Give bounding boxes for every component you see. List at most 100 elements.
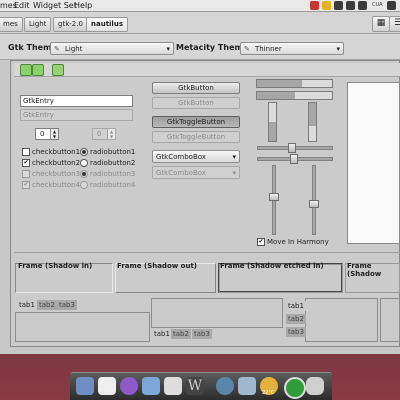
time-machine-icon[interactable] — [216, 377, 234, 395]
progress-fill — [309, 103, 316, 126]
vprogress-bar-2 — [308, 102, 317, 142]
radiobutton2[interactable]: radiobutton2 — [80, 159, 135, 168]
checkbox-checked-icon: ✔ — [22, 159, 30, 167]
spin-arrows-icon: ▲ ▼ — [107, 129, 115, 139]
gtk-toggle-button-disabled: GtkToggleButton — [152, 131, 240, 143]
gtk-button[interactable]: GtkButton — [152, 82, 240, 94]
list-view-icon[interactable]: ☰ — [389, 16, 400, 32]
gtk-combo-box-disabled: GtkComboBox ▾ — [152, 166, 240, 179]
vprogress-bar-1 — [268, 102, 277, 142]
calendar-icon[interactable] — [98, 377, 116, 395]
bell-icon[interactable] — [310, 1, 319, 10]
checkbutton1[interactable]: checkbutton1 — [22, 148, 80, 157]
tab-1[interactable]: tab1 — [17, 300, 37, 310]
checkbutton2[interactable]: ✔ checkbutton2 — [22, 159, 80, 168]
robot-icon[interactable] — [306, 377, 324, 395]
gtk-entry[interactable]: GtkEntry — [20, 95, 133, 107]
breadcrumb-item[interactable]: mes — [0, 17, 23, 32]
tab-2[interactable]: tab2 — [171, 329, 191, 339]
breadcrumb: mes Light gtk-2.0 nautilus ▦ ☰ — [0, 12, 400, 34]
keyboard-icon[interactable] — [346, 1, 355, 10]
battery-icon[interactable] — [358, 1, 367, 10]
checkbutton4-label: checkbutton4 — [32, 181, 81, 189]
icon-view-icon[interactable]: ▦ — [372, 16, 390, 32]
gtk-combo-box[interactable]: GtkComboBox ▾ — [152, 150, 240, 163]
checkbutton3-label: checkbutton3 — [32, 170, 81, 178]
breadcrumb-item[interactable]: gtk-2.0 — [53, 17, 88, 32]
radiobutton4: radiobutton4 — [80, 181, 135, 190]
tab-2[interactable]: tab2 — [286, 314, 306, 324]
menu-item-edit[interactable]: Edit — [14, 1, 30, 10]
vscale-handle[interactable] — [269, 193, 279, 201]
spin-arrows-icon[interactable]: ▲ ▼ — [50, 129, 58, 139]
progress-fill — [269, 122, 276, 141]
tab-3[interactable]: tab3 — [192, 329, 212, 339]
chevron-down-icon: ▾ — [232, 153, 236, 161]
radio-selected-icon — [80, 170, 88, 178]
menu-item-help[interactable]: Help — [74, 1, 92, 10]
spin-button[interactable]: 0 ▲ ▼ — [35, 128, 59, 140]
notebook-left — [305, 298, 378, 342]
metacity-theme-combo[interactable]: ✎ Thinner ▾ — [240, 42, 344, 55]
checkbox-checked-icon: ✔ — [257, 238, 265, 246]
textedit-icon[interactable] — [164, 377, 182, 395]
menu-bar: mes Edit Widget Set Help CUA — [0, 0, 400, 12]
frame-shadow-partial-title: Frame (Shadow — [347, 262, 382, 278]
frame-shadow-in-title: Frame (Shadow in) — [18, 262, 93, 270]
radiobutton3-label: radiobutton3 — [90, 170, 136, 178]
hprogress-bar-2 — [256, 91, 333, 100]
breadcrumb-item[interactable]: Light — [24, 17, 52, 32]
checkbox-icon — [22, 170, 30, 178]
theme-icon: ✎ — [244, 45, 250, 53]
tab-3[interactable]: tab3 — [286, 327, 306, 337]
w-icon[interactable]: W — [186, 377, 204, 395]
add-icon[interactable] — [52, 64, 64, 76]
tray-text: CUA — [372, 2, 383, 8]
tab-3[interactable]: tab3 — [57, 300, 77, 310]
speaker-icon[interactable] — [387, 1, 396, 10]
breadcrumb-item-active[interactable]: nautilus — [86, 17, 128, 32]
progress-fill — [257, 80, 302, 87]
checkbutton1-label: checkbutton1 — [32, 148, 81, 156]
notebook-right — [380, 298, 400, 342]
network-icon[interactable] — [334, 1, 343, 10]
metacity-theme-value: Thinner — [255, 45, 282, 53]
photos-icon[interactable] — [238, 377, 256, 395]
hprogress-bar-1 — [256, 79, 333, 88]
mail-icon[interactable] — [322, 1, 331, 10]
checkbutton4: ✔ checkbutton4 — [22, 181, 80, 190]
chevron-down-icon: ▾ — [232, 169, 236, 177]
radio-icon — [80, 181, 88, 189]
menu-item-widget-set[interactable]: Widget Set — [33, 1, 77, 10]
hscale-handle[interactable] — [288, 143, 296, 153]
forward-icon[interactable] — [32, 64, 44, 76]
vscale-handle[interactable] — [309, 200, 319, 208]
hscale-handle[interactable] — [290, 154, 298, 164]
back-icon[interactable] — [20, 64, 32, 76]
finder-icon[interactable] — [76, 377, 94, 395]
radiobutton1[interactable]: radiobutton1 — [80, 148, 135, 157]
tab-1[interactable]: tab1 — [152, 329, 172, 339]
green-circle-icon[interactable] — [284, 377, 306, 399]
move-in-harmony-label: Move In Harmony — [267, 238, 329, 246]
gtk-toggle-button[interactable]: GtkToggleButton — [152, 116, 240, 128]
radiobutton4-label: radiobutton4 — [90, 181, 136, 189]
folder-icon[interactable] — [142, 377, 160, 395]
tab-1[interactable]: tab1 — [286, 301, 306, 311]
preview-toolbar — [14, 63, 400, 77]
progress-fill — [257, 92, 295, 99]
gtk-theme-combo[interactable]: ✎ Light ▾ — [50, 42, 174, 55]
theme-icon: ✎ — [54, 45, 60, 53]
text-view[interactable] — [347, 82, 400, 244]
checkbutton2-label: checkbutton2 — [32, 159, 81, 167]
spin-value-disabled: 0 — [97, 130, 102, 138]
radio-icon — [80, 159, 88, 167]
radio-selected-icon — [80, 148, 88, 156]
frame-shadow-etched-in-title: Frame (Shadow etched in) — [220, 262, 324, 270]
move-in-harmony-check[interactable]: ✔ Move In Harmony — [257, 238, 329, 247]
spin-button-disabled: 0 ▲ ▼ — [92, 128, 116, 140]
notebook-bottom — [151, 298, 283, 328]
itunes-icon[interactable] — [120, 377, 138, 395]
separator — [14, 252, 400, 253]
tab-2[interactable]: tab2 — [37, 300, 57, 310]
